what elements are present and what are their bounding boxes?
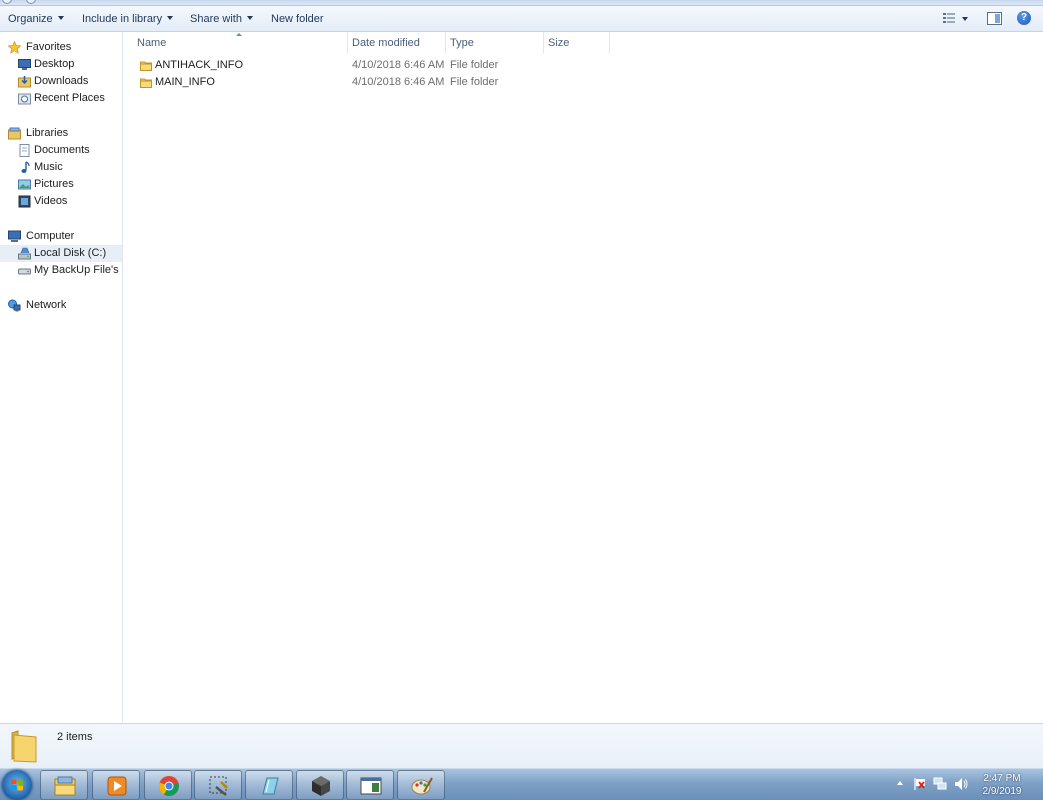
back-button-fragment[interactable] [2,0,12,4]
item-count: 2 items [57,731,93,743]
window-app-icon [360,777,382,795]
file-row[interactable]: MAIN_INFO 4/10/2018 6:46 AM File folder [134,74,614,91]
volume-icon[interactable] [954,777,968,800]
windows-logo-icon [11,779,23,791]
show-hidden-icons-button[interactable] [897,781,903,800]
change-view-button[interactable] [942,12,956,27]
preview-pane-icon [987,12,1002,25]
file-row[interactable]: ANTIHACK_INFO 4/10/2018 6:46 AM File fol… [134,57,614,74]
system-clock[interactable]: 2:47 PM 2/9/2019 [972,772,1032,798]
column-header-size[interactable]: Size [544,32,610,54]
preview-pane-button[interactable] [987,12,1002,28]
nav-libraries[interactable]: Libraries [0,125,122,142]
details-pane: 2 items [0,723,1043,768]
folder-icon [140,61,152,71]
notepad-icon [262,777,279,795]
desktop-icon [18,59,31,70]
libraries-icon [8,127,21,140]
chrome-icon [158,776,179,796]
taskbar-paint[interactable] [397,770,445,800]
nav-item-music[interactable]: Music [0,159,122,176]
include-in-library-button[interactable]: Include in library [82,12,174,26]
taskbar-chrome[interactable] [144,770,192,800]
network-tray-icon[interactable] [933,777,947,800]
taskbar-windows-explorer[interactable] [40,770,88,800]
view-options-chevron-icon[interactable] [962,17,968,21]
start-button[interactable] [2,770,32,800]
tools-icon [209,776,228,796]
file-type: File folder [450,59,499,71]
file-type: File folder [450,76,499,88]
nav-item-videos[interactable]: Videos [0,193,122,210]
taskbar: 2:47 PM 2/9/2019 [0,768,1043,800]
organize-button[interactable]: Organize [8,12,64,26]
chevron-down-icon [57,16,64,20]
new-folder-button[interactable]: New folder [271,12,324,26]
taskbar-tools[interactable] [194,770,242,800]
column-header-row: Name Date modified Type Size [124,32,1043,54]
virtualbox-icon [312,776,330,796]
nav-computer[interactable]: Computer [0,228,122,245]
documents-icon [19,144,30,157]
navigation-pane: Favorites Desktop Downloads Recent Place… [0,32,123,722]
chevron-down-icon [246,16,253,20]
nav-item-backup-drive-d[interactable]: My BackUp File's (D: [0,262,122,279]
pictures-icon [18,179,31,190]
downloads-icon [18,76,31,88]
nav-item-recent-places[interactable]: Recent Places [0,90,122,107]
media-player-icon [107,776,127,796]
taskbar-media-player[interactable] [92,770,140,800]
view-list-icon [943,13,955,23]
music-icon [21,161,30,173]
help-icon[interactable]: ? [1017,11,1031,25]
folder-large-icon [11,730,37,763]
nav-item-downloads[interactable]: Downloads [0,73,122,90]
column-header-date-modified[interactable]: Date modified [348,32,446,54]
nav-item-desktop[interactable]: Desktop [0,56,122,73]
paint-icon [411,777,433,795]
windows-explorer-icon [54,776,76,796]
column-header-name[interactable]: Name [133,32,348,54]
nav-favorites[interactable]: Favorites [0,39,122,56]
nav-item-pictures[interactable]: Pictures [0,176,122,193]
nav-item-local-disk-c[interactable]: Local Disk (C:) [0,245,122,262]
file-name: MAIN_INFO [155,76,215,88]
taskbar-notepad[interactable] [245,770,293,800]
file-date-modified: 4/10/2018 6:46 AM [352,76,445,88]
taskbar-virtualbox[interactable] [296,770,344,800]
network-icon [8,299,21,312]
chevron-down-icon [167,16,174,20]
recent-places-icon [18,93,31,105]
forward-button-fragment[interactable] [26,0,36,4]
taskbar-window-app[interactable] [346,770,394,800]
command-bar: Organize Include in library Share with N… [0,6,1043,32]
nav-item-documents[interactable]: Documents [0,142,122,159]
nav-network[interactable]: Network [0,297,122,314]
computer-icon [8,230,21,242]
file-name: ANTIHACK_INFO [155,59,244,71]
star-icon [8,41,21,54]
clock-date: 2/9/2019 [982,786,1022,797]
videos-icon [18,195,31,208]
column-header-type[interactable]: Type [446,32,544,54]
folder-icon [140,78,152,88]
hard-drive-icon [18,268,31,275]
share-with-button[interactable]: Share with [190,12,253,26]
action-center-icon[interactable] [913,777,927,800]
local-disk-icon [18,247,31,260]
file-date-modified: 4/10/2018 6:46 AM [352,59,445,71]
clock-time: 2:47 PM [983,773,1021,784]
